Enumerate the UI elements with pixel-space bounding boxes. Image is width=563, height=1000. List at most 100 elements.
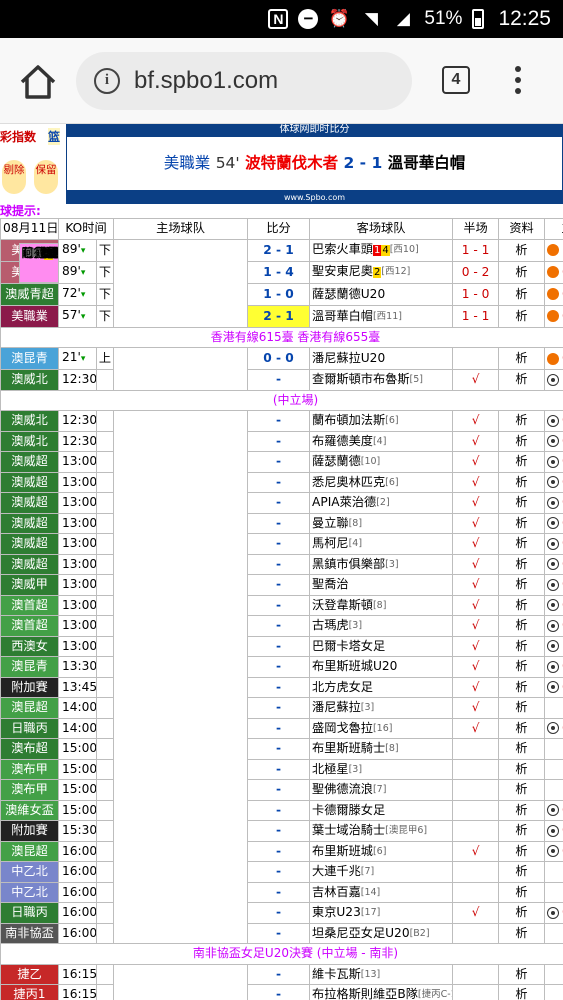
away-team-name[interactable]: 聖喬治 — [312, 577, 349, 591]
away-team-cell[interactable]: 巴索火車頭1 4[西10] — [309, 238, 454, 262]
away-team-cell[interactable]: 坦桑尼亞女足U20[B2] — [309, 922, 454, 944]
score-cell[interactable]: - — [247, 492, 311, 514]
remove-button[interactable]: 剔除 — [2, 160, 26, 194]
football-icon[interactable] — [547, 599, 560, 612]
away-team-name[interactable]: 查爾斯頓市布魯斯 — [312, 372, 410, 386]
banner-match[interactable]: 美職業 54' 波特蘭伐木者 2 - 1 溫哥華白帽 — [66, 136, 563, 191]
analysis-link[interactable]: 析 — [498, 260, 546, 284]
league-cell[interactable]: 澳首超 — [0, 594, 59, 616]
league-cell[interactable]: 澳威超 — [0, 512, 59, 534]
score-cell[interactable]: - — [247, 451, 311, 473]
away-team-cell[interactable]: 潘尼蘇拉[3] — [309, 697, 454, 719]
football-icon[interactable] — [547, 558, 560, 571]
match-row[interactable]: 澳昆青21'▾上陽光海岸U200 - 0潘尼蘇拉U20析0 — [0, 242, 563, 370]
score-cell[interactable]: - — [247, 471, 311, 493]
away-team-cell[interactable]: 聖喬治 — [309, 574, 454, 596]
away-team-cell[interactable]: 溫哥華白帽[西11] — [309, 304, 454, 328]
analysis-link[interactable]: 析 — [498, 553, 546, 575]
analysis-link[interactable]: 析 — [498, 471, 546, 493]
away-team-cell[interactable]: 薩瑟蘭德[10] — [309, 451, 454, 473]
away-team-cell[interactable]: 悉尼奧林匹克[6] — [309, 471, 454, 493]
away-team-name[interactable]: 黑鎮市俱樂部 — [312, 557, 385, 571]
away-team-name[interactable]: 大連千兆 — [312, 864, 361, 878]
football-icon[interactable] — [547, 722, 560, 735]
away-team-cell[interactable]: 布里斯班城[6] — [309, 840, 454, 862]
match-row[interactable]: 澳昆超16:00[4]布里斯班奧林匹克-布里斯班城[6]√析0. — [0, 242, 563, 862]
analysis-link[interactable]: 析 — [498, 963, 546, 985]
football-icon[interactable] — [547, 804, 560, 817]
match-row[interactable]: 澳維女盃15:00波克海爾女足-卡德爾滕女足析0. — [0, 242, 563, 821]
away-team-cell[interactable]: 布羅德美度[4] — [309, 430, 454, 452]
league-cell[interactable]: 附加賽 — [0, 820, 59, 842]
away-team-cell[interactable]: 吉林百嘉[14] — [309, 881, 454, 903]
football-icon[interactable] — [547, 824, 560, 837]
league-cell[interactable]: 附加賽 — [0, 676, 59, 698]
league-cell[interactable]: 澳布甲 — [0, 779, 59, 801]
score-cell[interactable]: - — [247, 738, 311, 760]
away-team-cell[interactable]: 沃登韋斯頓[8] — [309, 594, 454, 616]
home-team-cell[interactable]: 阿德米拉布拉格 — [18, 242, 59, 283]
match-row[interactable]: 中乙北16:00[16]山西信都-吉林百嘉[14]析 — [0, 242, 563, 903]
match-row[interactable]: 日職丙14:00[14]淺藍沼津-盛岡戈魯拉[16]√析0. — [0, 242, 563, 739]
league-cell[interactable]: 澳威超 — [0, 553, 59, 575]
analysis-link[interactable]: 析 — [498, 902, 546, 924]
away-team-name[interactable]: 巴索火車頭 — [312, 242, 373, 256]
away-team-cell[interactable]: 黑鎮市俱樂部[3] — [309, 553, 454, 575]
match-row[interactable]: 澳布超15:00[1]阿爾巴尼克里克-布里斯班騎士[8]析 — [0, 242, 563, 760]
live-ball-icon[interactable] — [547, 244, 560, 256]
away-team-name[interactable]: 悉尼奧林匹克 — [312, 475, 385, 489]
match-row[interactable]: 美冠聯89'▾下[西2]41雷諾18681 - 4聖安東尼奧2[西12]0 - … — [0, 242, 563, 284]
away-team-cell[interactable]: 馬柯尼[4] — [309, 533, 454, 555]
away-team-name[interactable]: 聖佛德流浪 — [312, 782, 373, 796]
away-team-name[interactable]: 溫哥華白帽 — [312, 309, 373, 323]
score-cell[interactable]: - — [247, 410, 311, 432]
score-cell[interactable]: - — [247, 984, 311, 1000]
away-team-cell[interactable]: 古瑪虎[3] — [309, 615, 454, 637]
url-text[interactable]: bf.spbo1.com — [134, 67, 278, 95]
football-icon[interactable] — [547, 373, 560, 386]
league-cell[interactable]: 澳維女盃 — [0, 799, 59, 821]
match-row[interactable]: 澳威超13:00[1]臥龍崗狼隊-馬柯尼[4]√析0. — [0, 242, 563, 555]
score-cell[interactable]: - — [247, 615, 311, 637]
match-row[interactable]: 澳威北12:30[7]紐卡斯托U21-查爾斯頓市布魯斯[5]√析1. — [0, 242, 563, 391]
match-row[interactable]: 捷丙116:15阿德米拉布拉格-布拉格斯則維亞B隊[捷丙C-17]析 — [0, 242, 563, 1000]
league-cell[interactable]: 日職丙 — [0, 902, 59, 924]
score-cell[interactable]: - — [247, 574, 311, 596]
match-row[interactable]: 美冠聯89'▾下[西1]1鳳凰重生2 - 1巴索火車頭14[西10]1 - 1析… — [0, 238, 563, 283]
away-team-name[interactable]: 古瑪虎 — [312, 618, 349, 632]
league-cell[interactable]: 澳威青超 — [0, 282, 59, 306]
score-cell[interactable]: - — [247, 861, 311, 883]
football-icon[interactable] — [547, 660, 560, 673]
match-row[interactable]: 澳布甲15:00[1]聖喬治維拉爵-聖佛德流浪[7]析 — [0, 242, 563, 801]
away-team-name[interactable]: APIA萊治德 — [312, 495, 376, 509]
analysis-link[interactable]: 析 — [498, 369, 546, 391]
match-row[interactable]: 澳首超13:00[7]塔格拉諾-沃登韋斯頓[8]√析0. — [0, 242, 563, 616]
league-cell[interactable]: 美職業 — [0, 304, 59, 328]
match-row[interactable]: 澳威超13:00[11]悉尼U21-悉尼奧林匹克[6]√析0. — [0, 242, 563, 493]
analysis-link[interactable]: 析 — [498, 635, 546, 657]
score-cell[interactable]: - — [247, 512, 311, 534]
football-icon[interactable] — [547, 414, 560, 427]
analysis-link[interactable]: 析 — [498, 758, 546, 780]
away-team-name[interactable]: 布里斯班城U20 — [312, 659, 397, 673]
match-row[interactable]: 澳威超13:00[5]悉尼聯盟-曼立聯[8]√析0. — [0, 242, 563, 534]
keep-button[interactable]: 保留 — [34, 160, 58, 194]
football-icon[interactable] — [547, 681, 560, 694]
analysis-link[interactable]: 析 — [498, 738, 546, 760]
analysis-link[interactable]: 析 — [498, 840, 546, 862]
tab-switcher-button[interactable]: 4 — [442, 66, 470, 94]
football-icon[interactable] — [547, 455, 560, 468]
score-cell[interactable]: - — [247, 697, 311, 719]
away-team-name[interactable]: 北方虎女足 — [312, 680, 373, 694]
match-row[interactable]: 中乙北16:00[13]西安大興崇德-大連千兆[7]析 — [0, 242, 563, 883]
away-team-name[interactable]: 曼立聯 — [312, 516, 349, 530]
home-team-name[interactable]: 阿德米拉布拉格 — [22, 246, 58, 260]
league-cell[interactable]: 澳首超 — [0, 615, 59, 637]
league-cell[interactable]: 西澳女 — [0, 635, 59, 657]
league-cell[interactable]: 中乙北 — [0, 881, 59, 903]
away-team-name[interactable]: 葉士域治騎士 — [312, 823, 385, 837]
away-team-name[interactable]: 布里斯班城 — [312, 844, 373, 858]
away-team-cell[interactable]: 布拉格斯則維亞B隊[捷丙C-17] — [309, 984, 454, 1000]
away-team-cell[interactable]: 巴爾卡塔女足 — [309, 635, 454, 657]
away-team-name[interactable]: 布里斯班騎士 — [312, 741, 385, 755]
